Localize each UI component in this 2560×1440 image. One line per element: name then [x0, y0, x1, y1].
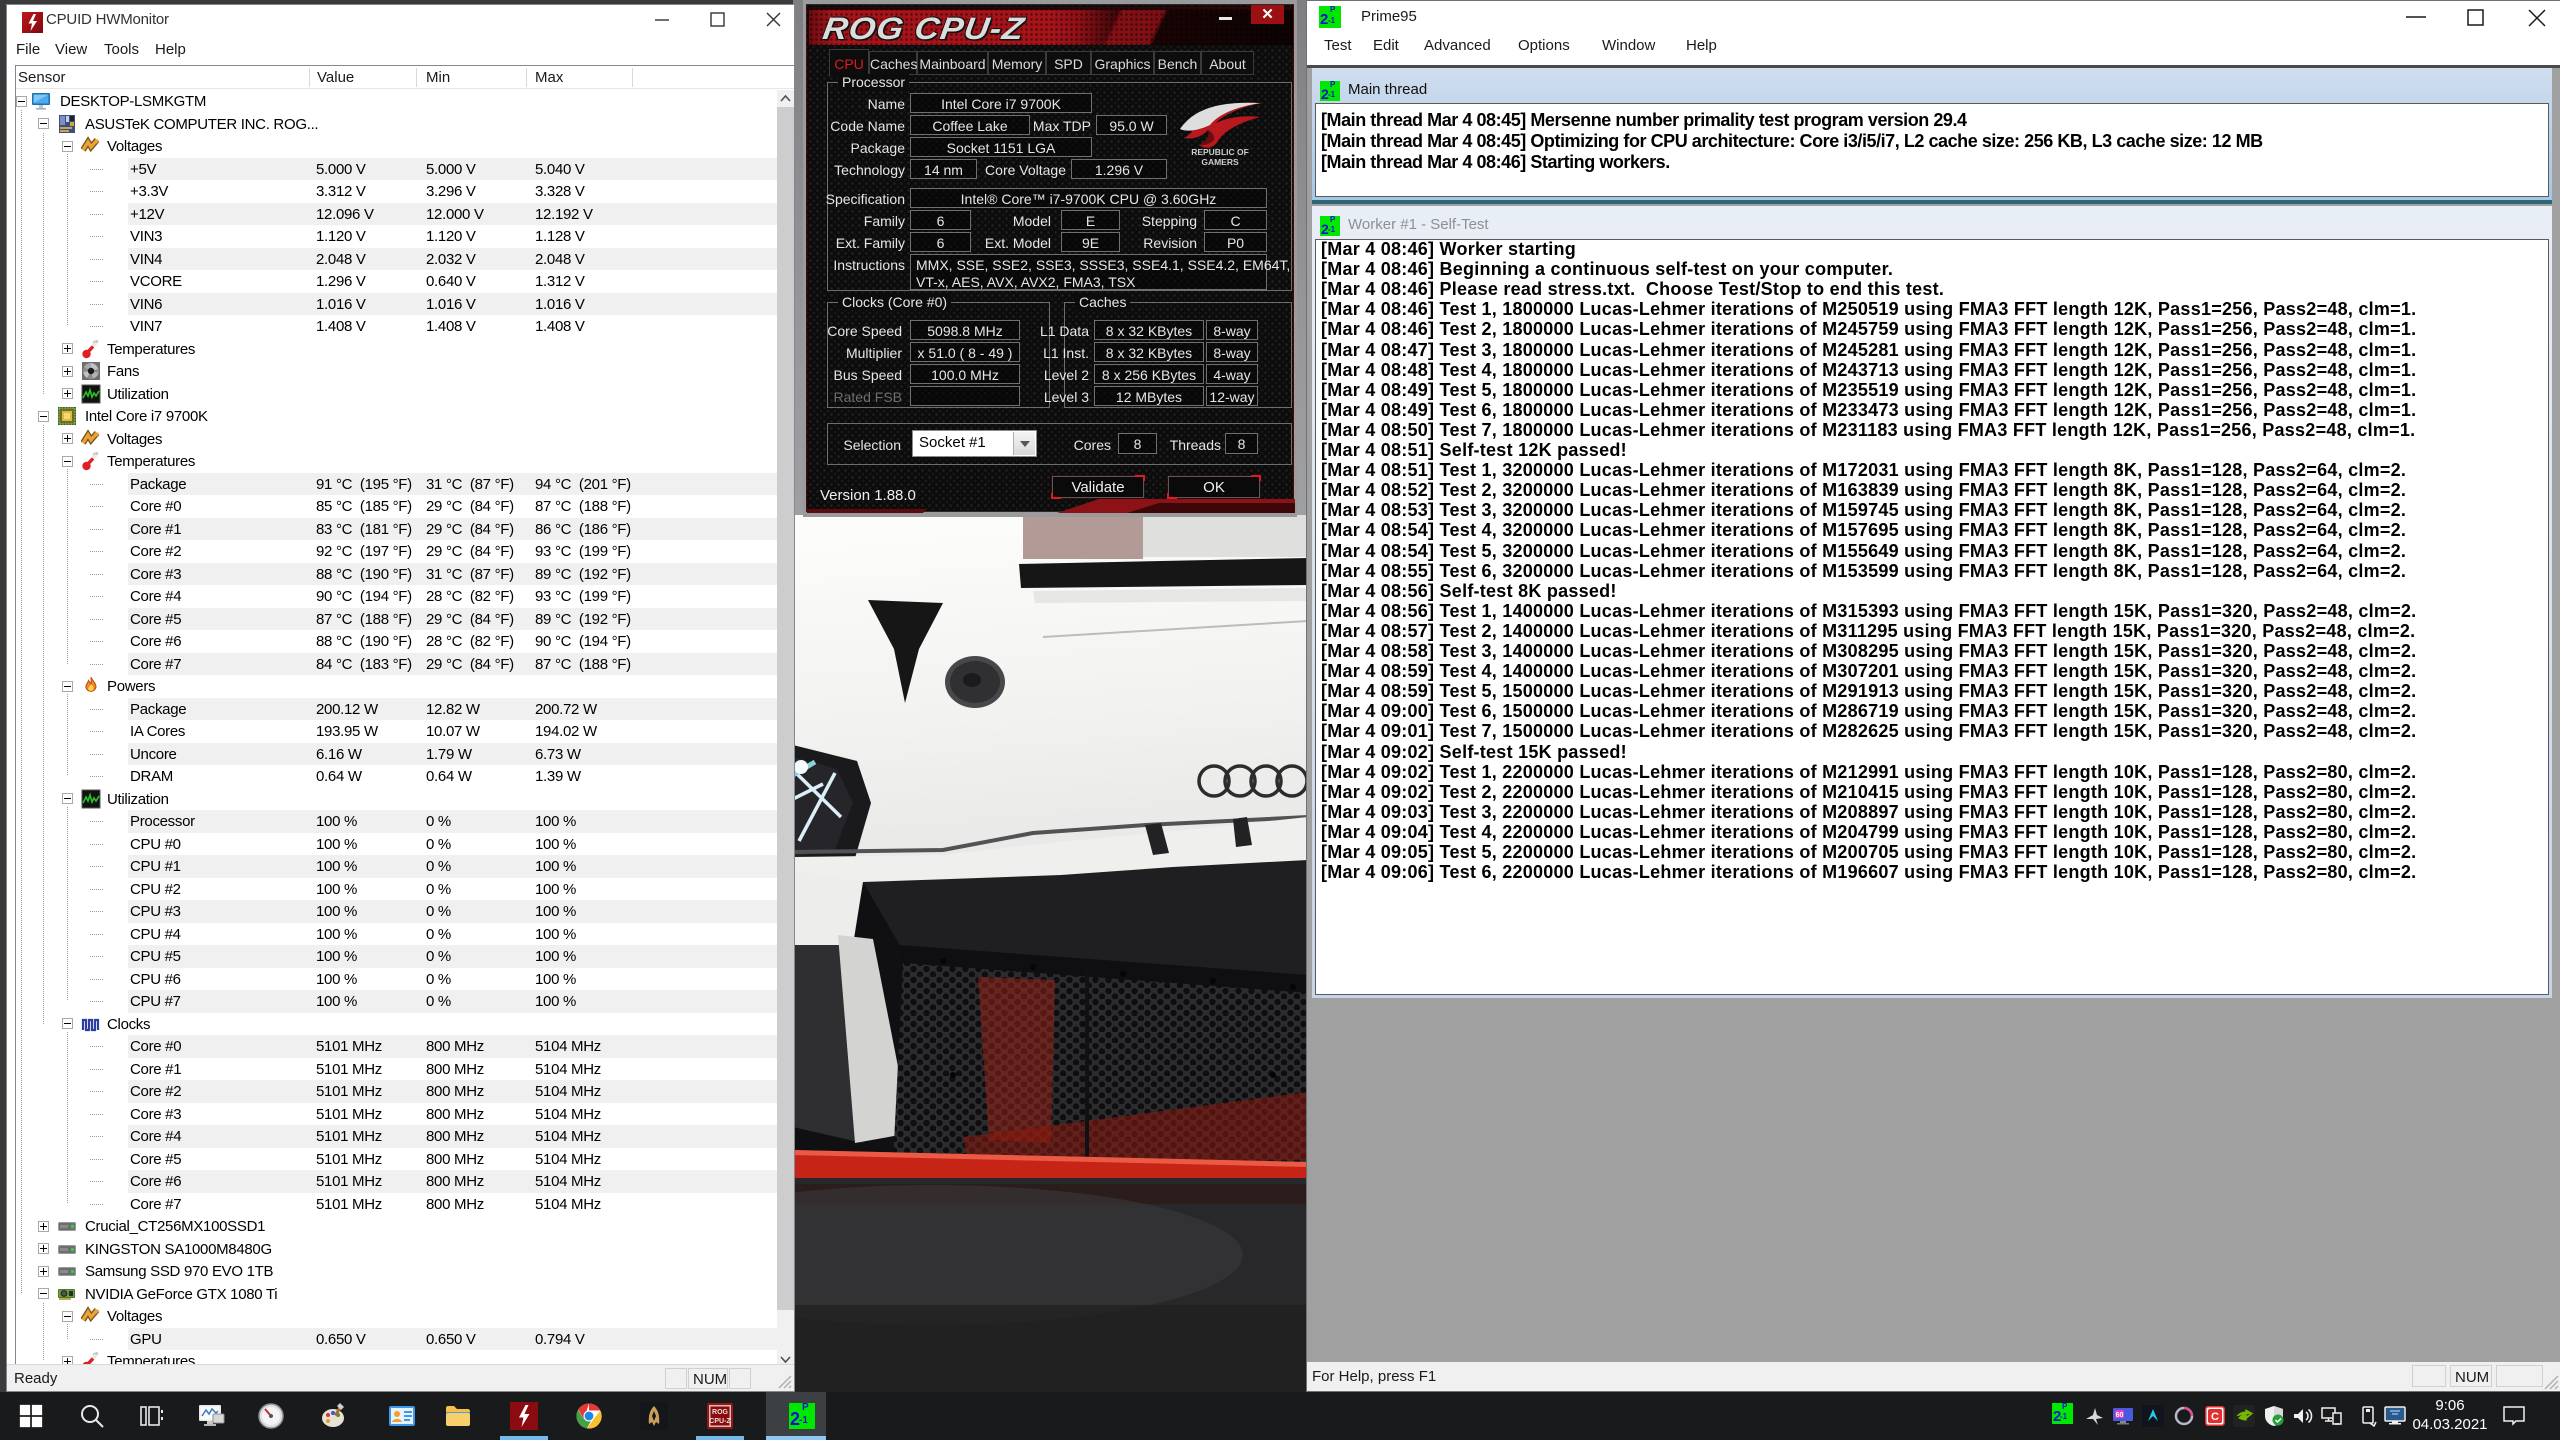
svg-text:REPUBLIC OF: REPUBLIC OF: [1191, 147, 1249, 157]
svg-text:ROG: ROG: [712, 1409, 729, 1416]
svg-text:C: C: [2211, 1411, 2219, 1423]
svg-text:CPU-Z: CPU-Z: [709, 1418, 731, 1425]
svg-text:60: 60: [2116, 1412, 2124, 1419]
svg-text:GAMERS: GAMERS: [1201, 157, 1239, 167]
